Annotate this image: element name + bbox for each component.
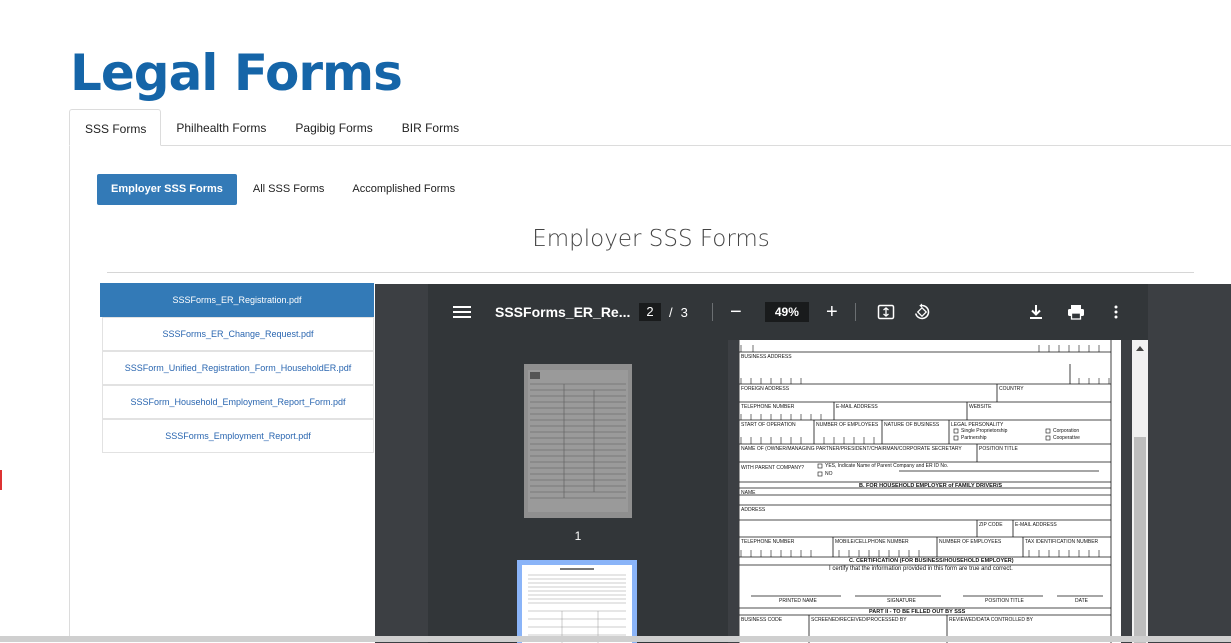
form-label: E-MAIL ADDRESS bbox=[836, 404, 878, 410]
form-section: C. CERTIFICATION (FOR BUSINESS/HOUSEHOLD… bbox=[849, 558, 1014, 564]
form-label: BUSINESS CODE bbox=[741, 617, 783, 623]
form-label: NUMBER OF EMPLOYEES bbox=[816, 422, 879, 428]
form-label: ZIP CODE bbox=[979, 522, 1003, 528]
form-label: TELEPHONE NUMBER bbox=[741, 404, 795, 410]
file-item[interactable]: SSSForms_Employment_Report.pdf bbox=[102, 419, 374, 453]
form-label: NATURE OF BUSINESS bbox=[884, 422, 940, 428]
page-thumbnail-selected[interactable] bbox=[517, 560, 637, 643]
page-separator: / bbox=[669, 304, 673, 320]
zoom-input[interactable]: 49% bbox=[764, 302, 809, 322]
form-label: YES, Indicate Name of Parent Company and… bbox=[825, 463, 949, 469]
form-label: TELEPHONE NUMBER bbox=[741, 539, 795, 545]
download-icon[interactable] bbox=[1026, 302, 1046, 322]
toolbar-separator bbox=[711, 303, 713, 321]
form-label: TAX IDENTIFICATION NUMBER bbox=[1025, 539, 1099, 545]
more-vert-icon[interactable] bbox=[1106, 302, 1126, 322]
file-item[interactable]: SSSForms_ER_Change_Request.pdf bbox=[102, 317, 374, 351]
section-title: Employer SSS Forms bbox=[532, 226, 770, 252]
page-number-input[interactable]: 2 bbox=[639, 303, 661, 321]
tab-pagibig-forms[interactable]: Pagibig Forms bbox=[280, 109, 386, 146]
pdf-title: SSSForms_ER_Re... bbox=[495, 304, 631, 320]
toolbar-separator bbox=[854, 303, 856, 321]
pdf-toolbar: SSSForms_ER_Re... 2 / 3 − 49% + bbox=[428, 284, 1148, 340]
form-label: SCREENED/RECEIVED/PROCESSED BY bbox=[811, 617, 907, 623]
print-icon[interactable] bbox=[1066, 302, 1086, 322]
bottom-bar bbox=[0, 636, 1231, 642]
form-certify: I certify that the information provided … bbox=[829, 566, 1013, 572]
zoom-out-button[interactable]: − bbox=[727, 302, 745, 322]
file-item[interactable]: SSSForm_Household_Employment_Report_Form… bbox=[102, 385, 374, 419]
menu-icon[interactable] bbox=[453, 303, 471, 321]
form-label: MOBILE/CELLPHONE NUMBER bbox=[835, 539, 909, 545]
subtab-employer-sss-forms[interactable]: Employer SSS Forms bbox=[97, 174, 237, 205]
form-label: NUMBER OF EMPLOYEES bbox=[939, 539, 1002, 545]
divider bbox=[107, 272, 1194, 273]
form-label: REVIEWED/DATA CONTROLLED BY bbox=[949, 617, 1033, 623]
document-scrollbar[interactable] bbox=[1132, 340, 1148, 643]
form-label: Partnership bbox=[961, 435, 987, 441]
form-label: Corporation bbox=[1053, 428, 1080, 434]
form-label: FOREIGN ADDRESS bbox=[741, 386, 790, 392]
form-label: ADDRESS bbox=[741, 507, 766, 513]
tab-panel: Employer SSS Forms All SSS Forms Accompl… bbox=[69, 145, 1231, 643]
page-thumbnail[interactable] bbox=[524, 364, 632, 518]
form-section: B. FOR HOUSEHOLD EMPLOYER of FAMILY DRIV… bbox=[859, 483, 1003, 489]
form-label: NAME OF (OWNER/MANAGING PARTNER/PRESIDEN… bbox=[741, 446, 962, 452]
form-section: PART II - TO BE FILLED OUT BY SSS bbox=[869, 609, 966, 615]
total-pages: 3 bbox=[680, 304, 688, 320]
form-label: Cooperative bbox=[1053, 435, 1080, 441]
file-item[interactable]: SSSForm_Unified_Registration_Form_Househ… bbox=[102, 351, 374, 385]
file-list: SSSForms_ER_Registration.pdf SSSForms_ER… bbox=[100, 283, 374, 453]
edge-marker bbox=[0, 470, 2, 490]
form-label: PRINTED NAME bbox=[779, 598, 817, 604]
form-label: COUNTRY bbox=[999, 386, 1024, 392]
tab-bir-forms[interactable]: BIR Forms bbox=[387, 109, 473, 146]
subtab-all-sss-forms[interactable]: All SSS Forms bbox=[239, 174, 339, 205]
form-label: START OF OPERATION bbox=[741, 422, 796, 428]
thumbnail-sidebar: 1 bbox=[428, 340, 728, 643]
form-label: NAME bbox=[741, 490, 756, 496]
top-tabs: SSS Forms Philhealth Forms Pagibig Forms… bbox=[69, 109, 473, 146]
form-label: WEBSITE bbox=[969, 404, 992, 410]
form-label: Single Proprietorship bbox=[961, 428, 1008, 434]
fit-page-icon[interactable] bbox=[876, 302, 896, 322]
form-label: E-MAIL ADDRESS bbox=[1015, 522, 1057, 528]
document-area[interactable]: BUSINESS ADDRESS FOREIGN ADDRESS COUNTRY… bbox=[728, 340, 1148, 643]
subtab-accomplished-forms[interactable]: Accomplished Forms bbox=[338, 174, 469, 205]
page-title: Legal Forms bbox=[70, 44, 403, 102]
pdf-viewer: SSSForms_ER_Re... 2 / 3 − 49% + 1 BUSINE… bbox=[375, 284, 1231, 643]
form-label: POSITION TITLE bbox=[979, 446, 1018, 452]
tab-sss-forms[interactable]: SSS Forms bbox=[69, 109, 162, 146]
file-item[interactable]: SSSForms_ER_Registration.pdf bbox=[100, 283, 374, 317]
zoom-in-button[interactable]: + bbox=[823, 302, 841, 322]
tab-philhealth-forms[interactable]: Philhealth Forms bbox=[161, 109, 280, 146]
form-label: SIGNATURE bbox=[887, 598, 916, 604]
thumbnail-page-number: 1 bbox=[574, 529, 582, 543]
form-label: POSITION TITLE bbox=[985, 598, 1024, 604]
rotate-icon[interactable] bbox=[912, 302, 932, 322]
scrollbar-thumb[interactable] bbox=[1134, 437, 1146, 643]
pdf-page: BUSINESS ADDRESS FOREIGN ADDRESS COUNTRY… bbox=[739, 340, 1121, 643]
form-label: WITH PARENT COMPANY? bbox=[741, 465, 805, 471]
form-label: DATE bbox=[1075, 598, 1088, 604]
scroll-up-icon[interactable] bbox=[1136, 346, 1144, 351]
sub-tabs: Employer SSS Forms All SSS Forms Accompl… bbox=[97, 174, 469, 205]
form-label: BUSINESS ADDRESS bbox=[741, 354, 792, 360]
form-label: NO bbox=[825, 471, 833, 477]
